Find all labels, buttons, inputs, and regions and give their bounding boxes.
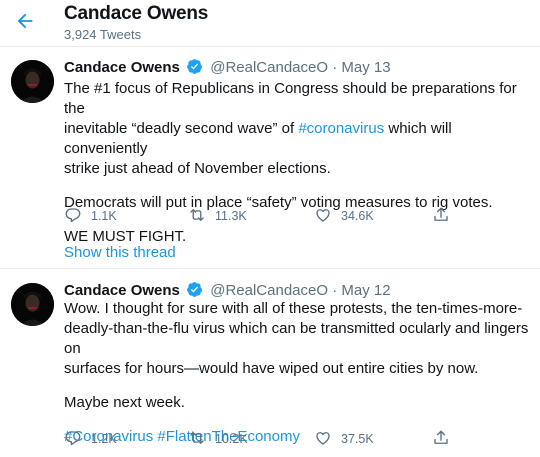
retweet-icon	[188, 429, 215, 450]
reply-count: 1.1K	[91, 209, 117, 223]
tweet-date[interactable]: May 12	[341, 282, 390, 299]
tweet-meta: Candace Owens @RealCandaceO · May 12	[64, 281, 391, 299]
like-button[interactable]: 37.5K	[314, 429, 374, 449]
verified-badge-icon	[186, 281, 203, 298]
retweet-button[interactable]: 10.2K	[188, 429, 248, 449]
tweet[interactable]: Candace Owens @RealCandaceO · May 13 The…	[0, 47, 540, 269]
reply-icon	[64, 429, 91, 450]
hashtag-link[interactable]: #coronavirus	[298, 120, 384, 137]
retweet-count: 10.2K	[215, 432, 248, 446]
heart-icon	[314, 429, 341, 450]
author-name[interactable]: Candace Owens	[64, 282, 180, 299]
meta-separator: ·	[332, 282, 338, 299]
profile-name: Candace Owens	[64, 3, 209, 24]
tweet-text-line: Wow. I thought for sure with all of thes…	[64, 300, 523, 317]
author-name[interactable]: Candace Owens	[64, 59, 180, 76]
tweet-body: Wow. I thought for sure with all of thes…	[64, 299, 534, 447]
like-count: 34.6K	[341, 209, 374, 223]
heart-icon	[314, 206, 341, 227]
share-icon	[432, 429, 459, 450]
tweet-actions: 1.1K 11.3K 34.6K	[64, 206, 484, 226]
like-count: 37.5K	[341, 432, 374, 446]
share-button[interactable]	[432, 206, 459, 226]
avatar[interactable]	[11, 283, 54, 326]
tweet-actions: 1.2K 10.2K 37.5K	[64, 429, 484, 449]
reply-count: 1.2K	[91, 432, 117, 446]
avatar[interactable]	[11, 60, 54, 103]
reply-icon	[64, 206, 91, 227]
retweet-count: 11.3K	[215, 209, 247, 223]
author-handle[interactable]: @RealCandaceO	[210, 59, 328, 76]
share-icon	[432, 206, 459, 227]
tweet-text-line: deadly-than-the-flu virus which can be t…	[64, 320, 529, 357]
tweet-text-line: The #1 focus of Republicans in Congress …	[64, 80, 517, 117]
tweet[interactable]: Candace Owens @RealCandaceO · May 12 Wow…	[0, 270, 540, 457]
author-handle[interactable]: @RealCandaceO	[210, 282, 328, 299]
arrow-left-icon[interactable]	[14, 10, 36, 32]
reply-button[interactable]: 1.2K	[64, 429, 117, 449]
reply-button[interactable]: 1.1K	[64, 206, 117, 226]
tweet-meta: Candace Owens @RealCandaceO · May 13	[64, 58, 391, 76]
share-button[interactable]	[432, 429, 459, 449]
retweet-button[interactable]: 11.3K	[188, 206, 247, 226]
show-thread-link[interactable]: Show this thread	[64, 244, 176, 261]
meta-separator: ·	[332, 59, 338, 76]
tweet-count: 3,924 Tweets	[64, 27, 142, 42]
tweet-text-line: Maybe next week.	[64, 394, 185, 411]
profile-header: Candace Owens 3,924 Tweets	[0, 0, 540, 47]
like-button[interactable]: 34.6K	[314, 206, 374, 226]
verified-badge-icon	[186, 58, 203, 75]
retweet-icon	[188, 206, 215, 227]
tweet-text-line: surfaces for hours—would have wiped out …	[64, 360, 479, 377]
tweet-date[interactable]: May 13	[341, 59, 390, 76]
tweet-text-line: strike just ahead of November elections.	[64, 160, 331, 177]
tweet-text-line: inevitable “deadly second wave” of #coro…	[64, 120, 452, 157]
